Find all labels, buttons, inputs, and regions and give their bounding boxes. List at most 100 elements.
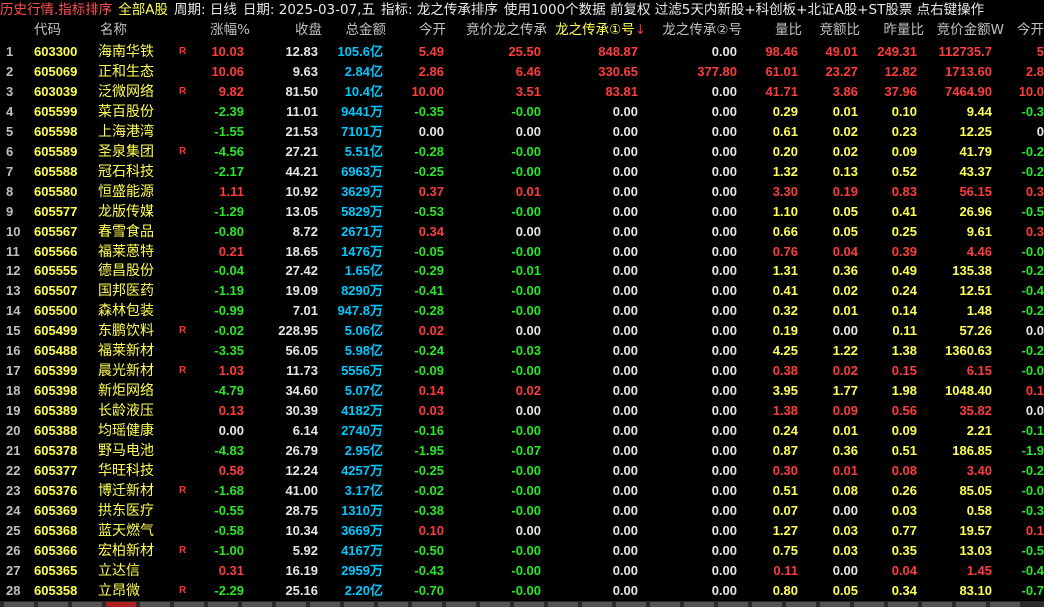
- sheet-tab[interactable]: [786, 602, 816, 607]
- volume-ratio: 0.66: [772, 223, 798, 239]
- table-row[interactable]: 28 605358 立昂微 -2.29 25.16 2.20亿 -0.70 -0.00 0.00…: [0, 581, 1044, 601]
- close-price: 7.01: [292, 303, 318, 319]
- sheet-tab[interactable]: [480, 602, 510, 607]
- table-row[interactable]: 18 605398 新炬网络 -4.79 34.60 5.07亿 0.14 0.02 0.00 0…: [0, 381, 1044, 401]
- market-filter[interactable]: 全部A股: [118, 0, 168, 20]
- table-row[interactable]: 4 605599 菜百股份 -2.39 11.01 9441万 -0.35 -0.00 0.00…: [0, 102, 1044, 122]
- change-pct: 10.06: [211, 63, 244, 79]
- table-row[interactable]: 10 605567 春雪食品 -0.80 8.72 2671万 0.34 0.00 0.00 0.…: [0, 222, 1044, 242]
- open-pct: -0.43: [414, 562, 444, 578]
- sheet-tab[interactable]: [446, 602, 476, 607]
- header-volume-ratio[interactable]: 量比: [766, 20, 802, 41]
- table-row[interactable]: 21 605378 野马电池 -4.83 26.79 2.95亿 -1.95 -0.07 0.0…: [0, 441, 1044, 461]
- bid-ldc: 0.00: [515, 223, 541, 239]
- header-bid-amount[interactable]: 竞价金额W: [918, 20, 1004, 41]
- sheet-tab[interactable]: [344, 602, 374, 607]
- sheet-tab[interactable]: [242, 602, 272, 607]
- table-row[interactable]: 5 605598 上海港湾 -1.55 21.53 7101万 0.00 0.00 0.00 0.…: [0, 122, 1044, 142]
- sheet-tab[interactable]: [616, 602, 646, 607]
- header-prev-volume-ratio[interactable]: 昨量比: [874, 20, 925, 41]
- sheet-tab[interactable]: [548, 602, 578, 607]
- header-code[interactable]: 代码: [34, 20, 96, 41]
- sheet-tab[interactable]: [684, 602, 714, 607]
- change-pct: -2.39: [214, 103, 244, 119]
- table-row[interactable]: 24 605369 拱东医疗 -0.55 28.75 1310万 -0.38 -0.00 0.0…: [0, 501, 1044, 521]
- table-row[interactable]: 8 605580 恒盛能源 1.11 10.92 3629万 0.37 0.01 0.00 0.0…: [0, 182, 1044, 202]
- date-label: 日期: 2025-03-07,五: [242, 2, 375, 18]
- table-row[interactable]: 16 605488 福莱新材 -3.35 56.05 5.98亿 -0.24 -0.03 0.0…: [0, 341, 1044, 361]
- table-row[interactable]: 15 605499 东鹏饮料 -0.02 228.95 5.06亿 0.02 0.00 0.00…: [0, 321, 1044, 341]
- table-row[interactable]: 1 603300 海南华铁 10.03 12.83 105.6亿 5.49 25.50 848.…: [0, 42, 1044, 62]
- ldc-1-value: 0.00: [612, 283, 638, 299]
- sheet-tab[interactable]: [820, 602, 850, 607]
- header-close[interactable]: 收盘: [282, 20, 322, 41]
- sheet-tab[interactable]: [412, 602, 442, 607]
- stock-code: 605588: [34, 163, 78, 179]
- sheet-tab[interactable]: [956, 602, 986, 607]
- sheet-tab[interactable]: [106, 602, 136, 607]
- sheet-tab[interactable]: [650, 602, 680, 607]
- sheet-tab[interactable]: [174, 602, 204, 607]
- table-row[interactable]: 20 605388 均瑶健康 0.00 6.14 2740万 -0.16 -0.00 0.00 0…: [0, 421, 1044, 441]
- sheet-tab[interactable]: [854, 602, 884, 607]
- sheet-tab[interactable]: [310, 602, 340, 607]
- prev-volume-ratio: 0.26: [891, 482, 917, 498]
- table-row[interactable]: 7 605588 冠石科技 -2.17 44.21 6963万 -0.25 -0.00 0.00…: [0, 162, 1044, 182]
- header-name[interactable]: 名称: [100, 20, 140, 41]
- table-row[interactable]: 14 605500 森林包装 -0.99 7.01 947.8万 -0.28 -0.00 0.0…: [0, 301, 1044, 321]
- sheet-tab[interactable]: [208, 602, 238, 607]
- table-row[interactable]: 22 605377 华旺科技 0.58 12.24 4257万 -0.25 -0.00 0.00…: [0, 461, 1044, 481]
- margin-trading-badge: R: [179, 85, 187, 97]
- change-pct: -0.58: [214, 522, 244, 538]
- table-row[interactable]: 26 605366 宏柏新材 -1.00 5.92 4167万 -0.50 -0.00 0.00…: [0, 541, 1044, 561]
- sheet-tab[interactable]: [38, 602, 68, 607]
- sheet-tab[interactable]: [140, 602, 170, 607]
- bid-ldc: 0.01: [515, 183, 541, 199]
- sheet-tab[interactable]: [922, 602, 952, 607]
- header-open-2[interactable]: 今开: [1014, 20, 1044, 41]
- bid-amount: 13.03: [959, 542, 992, 558]
- header-bid-amount-ratio[interactable]: 竞额比: [814, 20, 861, 41]
- header-change-pct[interactable]: 涨幅%: [198, 20, 250, 41]
- sheet-tab[interactable]: [888, 602, 918, 607]
- header-total-amount[interactable]: 总金额: [336, 20, 387, 41]
- bid-amount-ratio: 0.36: [832, 443, 858, 458]
- sheet-tab[interactable]: [72, 602, 102, 607]
- table-row[interactable]: 25 605368 蓝天燃气 -0.58 10.34 3669万 0.10 0.00 0.00 0…: [0, 521, 1044, 541]
- bid-ldc: 6.46: [515, 63, 541, 79]
- change-pct: 0.31: [218, 562, 244, 578]
- table-row[interactable]: 6 605589 圣泉集团 -4.56 27.21 5.51亿 -0.28 -0.00 0.00…: [0, 142, 1044, 162]
- table-row[interactable]: 12 605555 德昌股份 -0.04 27.42 1.65亿 -0.29 -0.01 0.0…: [0, 261, 1044, 281]
- table-row[interactable]: 13 605507 国邦医药 -1.19 19.09 8290万 -0.41 -0.00 0.0…: [0, 281, 1044, 301]
- table-row[interactable]: 19 605389 长龄液压 0.13 30.39 4182万 0.03 0.00 0.00 0.…: [0, 401, 1044, 421]
- header-bid-ldc[interactable]: 竞价龙之传承: [452, 20, 547, 41]
- open-pct: -0.35: [414, 103, 444, 119]
- table-row[interactable]: 11 605566 福莱蒽特 0.21 18.65 1476万 -0.05 -0.00 0.00…: [0, 242, 1044, 262]
- ldc-2-value: 0.00: [711, 263, 737, 279]
- sheet-tab[interactable]: [378, 602, 408, 607]
- sheet-tab[interactable]: [4, 602, 34, 607]
- sheet-tab[interactable]: [718, 602, 748, 607]
- sheet-tab[interactable]: [276, 602, 306, 607]
- table-row[interactable]: 27 605365 立达信 0.31 16.19 2959万 -0.43 -0.00 0.00 0…: [0, 561, 1044, 581]
- sheet-tab[interactable]: [752, 602, 782, 607]
- header-ldc-1[interactable]: 龙之传承①号↓: [546, 20, 646, 41]
- row-seq: 9: [6, 203, 14, 219]
- prev-volume-ratio: 1.98: [891, 383, 917, 399]
- volume-ratio: 98.46: [765, 44, 798, 59]
- sheet-tab[interactable]: [582, 602, 612, 607]
- table-row[interactable]: 3 603039 泛微网络 9.82 81.50 10.4亿 10.00 3.51 83.81 0…: [0, 82, 1044, 102]
- header-label: 收盘: [295, 22, 322, 38]
- bid-amount-ratio: 0.00: [832, 323, 858, 339]
- volume-ratio: 0.80: [772, 582, 798, 598]
- prev-volume-ratio: 0.39: [891, 243, 917, 259]
- sheet-tab[interactable]: [990, 602, 1020, 607]
- table-row[interactable]: 23 605376 博迁新材 -1.68 41.00 3.17亿 -0.02 -0.00 0.0…: [0, 481, 1044, 501]
- prev-volume-ratio: 0.49: [891, 263, 917, 279]
- header-ldc-2[interactable]: 龙之传承②号: [650, 20, 742, 41]
- table-row[interactable]: 2 605069 正和生态 10.06 9.63 2.84亿 2.86 6.46 330.65 3…: [0, 62, 1044, 82]
- header-open[interactable]: 今开: [414, 20, 446, 41]
- table-row[interactable]: 17 605399 晨光新材 1.03 11.73 5556万 -0.09 -0.00 0.00…: [0, 361, 1044, 381]
- sheet-tab[interactable]: [514, 602, 544, 607]
- table-row[interactable]: 9 605577 龙版传媒 -1.29 13.05 5829万 -0.53 -0.00 0.00…: [0, 202, 1044, 222]
